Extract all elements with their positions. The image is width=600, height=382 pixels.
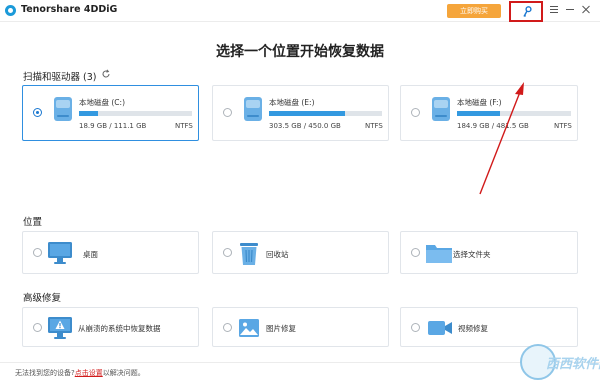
folder-icon [426,245,452,263]
drive-c-usage-fill [79,111,99,116]
hard-drive-icon [432,97,450,121]
location-recycle-bin-radio[interactable] [223,248,232,257]
footer-help-text: 无法找到您的设备?点击设置以解决问题。 [15,368,145,378]
hard-drive-icon [244,97,262,121]
app-title: Tenorshare 4DDiG [21,4,118,15]
title-bar: Tenorshare 4DDiG 立即购买 [0,0,600,22]
settings-link[interactable]: 点击设置 [75,369,103,377]
advanced-section-title: 高级修复 [23,293,62,304]
drive-f-usage-fill [457,111,501,116]
advanced-video-repair-label: 视频修复 [458,324,488,333]
locations-section-title: 位置 [23,217,43,228]
footer-help-prefix: 无法找到您的设备? [15,369,75,377]
drive-f-filesystem: NTFS [554,122,572,130]
drive-e-usage-fill [269,111,345,116]
location-select-folder-radio[interactable] [411,248,420,257]
advanced-photo-repair-radio[interactable] [223,323,232,332]
location-card-desktop[interactable]: 桌面 [22,231,199,274]
key-icon [523,6,532,17]
watermark-text: 西西软件园 [546,357,600,372]
advanced-card-photo-repair[interactable]: 图片修复 [212,307,389,347]
footer-help-suffix: 以解决问题。 [102,369,145,377]
page-title: 选择一个位置开始恢复数据 [216,44,384,60]
footer: 无法找到您的设备?点击设置以解决问题。 [0,362,600,382]
drive-e-filesystem: NTFS [365,122,383,130]
drive-card-c[interactable]: 本地磁盘 (C:) 18.9 GB / 111.1 GB NTFS [22,85,199,141]
hard-drive-icon [54,97,72,121]
drive-card-f[interactable]: 本地磁盘 (F:) 184.9 GB / 481.5 GB NTFS [400,85,578,141]
drive-c-size: 18.9 GB / 111.1 GB [79,122,147,130]
drive-card-e[interactable]: 本地磁盘 (E:) 303.5 GB / 450.0 GB NTFS [212,85,389,141]
refresh-icon[interactable] [101,69,111,79]
drive-e-usage-bar [269,111,382,116]
location-card-select-folder[interactable]: 选择文件夹 [400,231,578,274]
watermark-logo: 西西软件园 [520,340,600,382]
drive-f-size: 184.9 GB / 481.5 GB [457,122,529,130]
advanced-photo-repair-label: 图片修复 [266,324,296,333]
drives-section-title: 扫描和驱动器 (3) [23,72,97,83]
drive-f-label: 本地磁盘 (F:) [457,98,502,107]
minimize-icon[interactable] [565,4,575,15]
location-recycle-bin-label: 回收站 [266,250,289,259]
advanced-crashed-system-radio[interactable] [33,323,42,332]
recycle-bin-icon [240,243,258,265]
advanced-video-repair-radio[interactable] [411,323,420,332]
drive-c-filesystem: NTFS [175,122,193,130]
app-logo-icon [5,5,16,16]
location-select-folder-label: 选择文件夹 [453,250,491,259]
desktop-monitor-icon [48,242,72,264]
drive-e-size: 303.5 GB / 450.0 GB [269,122,341,130]
advanced-crashed-system-label: 从崩溃的系统中恢复数据 [78,324,161,333]
close-icon[interactable] [581,4,591,15]
advanced-card-crashed-system[interactable]: 从崩溃的系统中恢复数据 [22,307,199,347]
location-desktop-label: 桌面 [83,250,98,259]
register-key-button[interactable] [509,1,543,22]
drive-c-usage-bar [79,111,192,116]
location-desktop-radio[interactable] [33,248,42,257]
location-card-recycle-bin[interactable]: 回收站 [212,231,389,274]
crashed-system-warning-icon [48,317,72,339]
menu-icon[interactable] [549,4,559,15]
drive-e-radio[interactable] [223,108,232,117]
image-icon [239,319,259,337]
drive-c-radio[interactable] [33,108,42,117]
drive-c-label: 本地磁盘 (C:) [79,98,125,107]
drive-e-label: 本地磁盘 (E:) [269,98,315,107]
drive-f-usage-bar [457,111,571,116]
video-camera-icon [428,321,452,335]
drive-f-radio[interactable] [411,108,420,117]
buy-now-button[interactable]: 立即购买 [447,4,501,18]
